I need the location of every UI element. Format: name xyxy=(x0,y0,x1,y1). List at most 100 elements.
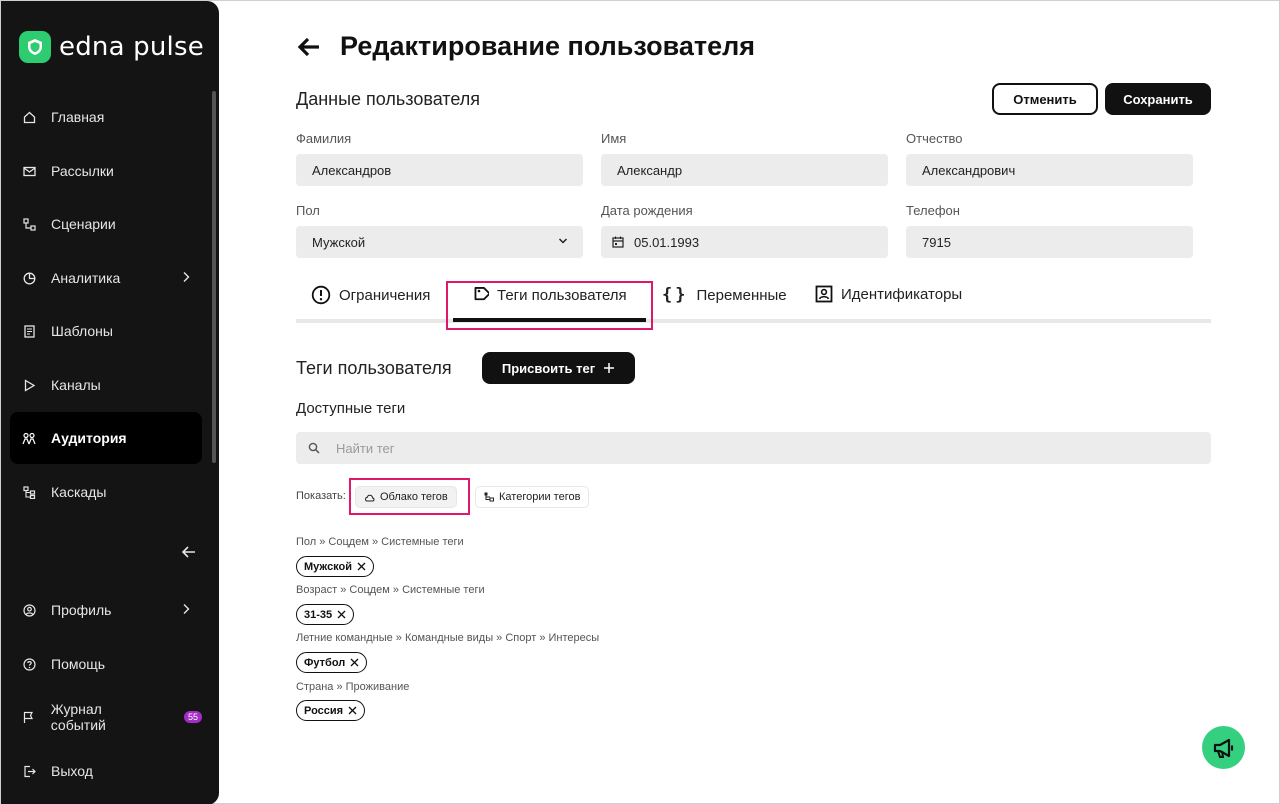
tag-path: Страна » Проживание xyxy=(296,681,410,693)
sidebar-item-label: Рассылки xyxy=(51,163,114,179)
middle-name-label: Отчество xyxy=(906,131,963,146)
close-icon[interactable] xyxy=(357,562,366,571)
tag-chip-label: 31-35 xyxy=(304,608,333,621)
tab-label: Идентификаторы xyxy=(841,285,963,303)
user-circle-icon xyxy=(22,603,36,617)
assign-tag-label: Присвоить тег xyxy=(501,360,596,376)
tag-chip: Россия xyxy=(296,700,366,721)
assign-tag-button[interactable]: Присвоить тег xyxy=(482,352,635,384)
show-label: Показать: xyxy=(296,490,346,502)
sidebar-item-label: Помощь xyxy=(51,656,106,672)
id-badge-icon xyxy=(815,285,833,303)
users-icon xyxy=(22,431,36,445)
middle-name-value: Александрович xyxy=(922,162,1016,178)
tag-categories-label: Категории тегов xyxy=(499,491,581,503)
megaphone-icon xyxy=(1211,735,1237,761)
tag-chip: Мужской xyxy=(296,556,375,577)
sidebar: edna pulse Главная Рассылки Сценарии Ана… xyxy=(1,1,219,804)
sidebar-item-label: Профиль xyxy=(51,602,112,618)
highlight-box-tab xyxy=(446,281,653,330)
logout-icon xyxy=(22,764,36,778)
close-icon[interactable] xyxy=(348,706,357,715)
sidebar-item-home[interactable]: Главная xyxy=(10,91,202,143)
sidebar-item-label: Главная xyxy=(51,109,105,125)
play-icon xyxy=(22,378,36,392)
tag-chip: 31-35 xyxy=(296,604,355,625)
available-tags-label: Доступные теги xyxy=(296,400,406,417)
flow-icon xyxy=(22,217,36,231)
last-name-value: Александров xyxy=(312,162,392,178)
collapse-sidebar-icon[interactable] xyxy=(181,544,197,565)
sidebar-item-label: Сценарии xyxy=(51,216,116,232)
template-icon xyxy=(22,324,36,338)
sidebar-item-label: Журнал событий xyxy=(50,701,106,733)
pie-chart-icon xyxy=(22,271,36,285)
home-icon xyxy=(22,110,36,124)
chevron-right-icon xyxy=(182,270,190,286)
cancel-button[interactable]: Отменить xyxy=(992,83,1098,115)
tab-identifiers[interactable]: Идентификаторы xyxy=(815,285,962,303)
first-name-field[interactable]: Александр xyxy=(601,154,888,186)
first-name-label: Имя xyxy=(601,131,627,146)
search-input[interactable] xyxy=(336,440,836,456)
gender-select[interactable]: Мужской xyxy=(296,226,583,258)
app-window: edna pulse Главная Рассылки Сценарии Ана… xyxy=(0,0,1280,804)
highlight-box-cloud xyxy=(349,478,470,515)
sidebar-item-label: Шаблоны xyxy=(51,323,113,339)
close-icon[interactable] xyxy=(350,658,359,667)
sidebar-item-profile[interactable]: Профиль xyxy=(10,584,202,636)
tab-label: Переменные xyxy=(696,286,787,304)
sidebar-scrollbar[interactable] xyxy=(212,91,216,463)
tag-path: Возраст » Соцдем » Системные теги xyxy=(296,584,485,596)
tab-label: Ограничения xyxy=(339,286,431,304)
mail-icon xyxy=(22,164,36,178)
sidebar-item-mailings[interactable]: Рассылки xyxy=(10,145,202,197)
sidebar-item-event-log[interactable]: Журнал событий 55 xyxy=(10,691,202,743)
tag-chip-label: Россия xyxy=(304,704,344,717)
birth-date-value: 05.01.1993 xyxy=(634,234,700,250)
last-name-field[interactable]: Александров xyxy=(296,154,583,186)
sidebar-item-templates[interactable]: Шаблоны xyxy=(10,305,202,357)
search-icon xyxy=(308,442,320,454)
calendar-icon xyxy=(612,236,624,248)
sidebar-item-label: Аудитория xyxy=(51,430,127,446)
phone-value: 7915 xyxy=(922,234,951,250)
tag-categories-button[interactable]: Категории тегов xyxy=(475,486,590,508)
save-button[interactable]: Сохранить xyxy=(1105,83,1211,115)
tag-search xyxy=(296,432,1211,464)
tabs-bar: Ограничения Теги пользователя {} Перемен… xyxy=(296,281,1211,323)
sidebar-item-logout[interactable]: Выход xyxy=(10,745,202,797)
alert-circle-icon xyxy=(311,285,331,305)
back-arrow-icon[interactable] xyxy=(296,36,322,58)
logo-text: edna pulse xyxy=(59,32,204,62)
tags-section-title: Теги пользователя xyxy=(296,358,452,378)
first-name-value: Александр xyxy=(617,162,683,178)
tab-variables[interactable]: {} Переменные xyxy=(662,285,787,305)
section-title: Данные пользователя xyxy=(296,89,481,109)
logo[interactable]: edna pulse xyxy=(19,31,204,63)
sidebar-item-label: Каналы xyxy=(51,377,101,393)
middle-name-field[interactable]: Александрович xyxy=(906,154,1193,186)
page-title: Редактирование пользователя xyxy=(340,31,756,61)
birth-date-field[interactable]: 05.01.1993 xyxy=(601,226,888,258)
braces-icon: {} xyxy=(662,285,689,305)
sidebar-item-label: Выход xyxy=(51,763,93,779)
announcements-button[interactable] xyxy=(1202,726,1245,769)
sidebar-item-help[interactable]: Помощь xyxy=(10,638,202,690)
sidebar-item-analytics[interactable]: Аналитика xyxy=(10,252,202,304)
close-icon[interactable] xyxy=(337,610,346,619)
gender-label: Пол xyxy=(296,203,320,218)
notification-badge: 55 xyxy=(183,711,202,723)
sidebar-item-cascades[interactable]: Каскады xyxy=(10,466,202,518)
chevron-right-icon xyxy=(182,602,190,618)
flag-icon xyxy=(22,710,36,724)
sidebar-item-audience[interactable]: Аудитория xyxy=(10,412,202,464)
phone-field[interactable]: 7915 xyxy=(906,226,1193,258)
tab-restrictions[interactable]: Ограничения xyxy=(311,285,430,305)
sidebar-item-channels[interactable]: Каналы xyxy=(10,359,202,411)
page-header: Редактирование пользователя xyxy=(296,31,755,62)
sidebar-item-scenarios[interactable]: Сценарии xyxy=(10,198,202,250)
logo-icon xyxy=(19,31,51,63)
tag-chip-label: Футбол xyxy=(304,656,346,669)
phone-label: Телефон xyxy=(906,203,960,218)
